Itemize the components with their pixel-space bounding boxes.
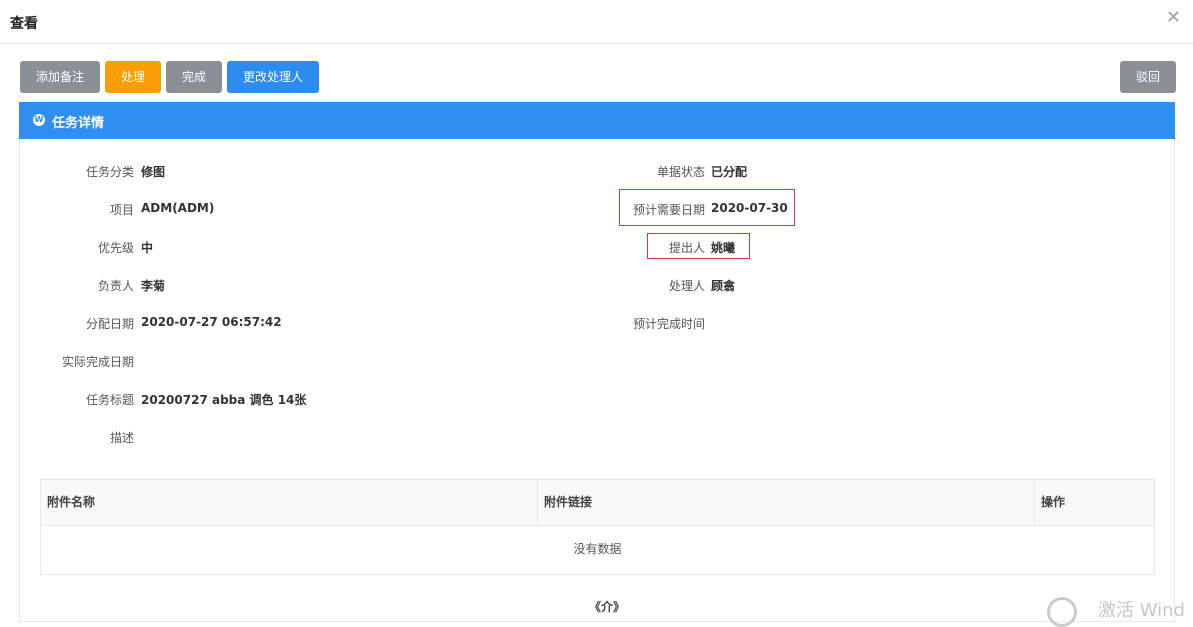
expected-date-value: 2020-07-30 bbox=[711, 201, 788, 215]
proposer-label: 提出人 bbox=[668, 241, 705, 255]
task-title-value: 20200727 abba 调色 14张 bbox=[141, 393, 307, 407]
change-handler-button[interactable]: 更改处理人 bbox=[227, 61, 319, 93]
project-value: ADM(ADM) bbox=[141, 201, 215, 215]
process-button[interactable]: 处理 bbox=[105, 61, 161, 93]
owner-value: 李菊 bbox=[141, 279, 166, 293]
table-header: 附件名称 附件链接 操作 bbox=[41, 480, 1154, 526]
expected-date-label: 预计需要日期 bbox=[632, 203, 705, 217]
handler-label: 处理人 bbox=[668, 279, 705, 293]
table-empty-text: 没有数据 bbox=[573, 542, 622, 556]
complete-button[interactable]: 完成 bbox=[166, 61, 222, 93]
category-label: 任务分类 bbox=[85, 165, 134, 179]
owner-label: 负责人 bbox=[97, 279, 134, 293]
actual-finish-label: 实际完成日期 bbox=[61, 355, 134, 369]
column-attachment-link: 附件链接 bbox=[537, 480, 1035, 525]
footer-glyph: 《介》 bbox=[589, 600, 626, 614]
assign-date-value: 2020-07-27 06:57:42 bbox=[141, 315, 282, 329]
proposer-value: 姚曦 bbox=[711, 241, 736, 255]
watermark-icon bbox=[1047, 597, 1077, 627]
dialog-title: 查看 bbox=[10, 16, 38, 32]
description-label: 描述 bbox=[109, 431, 134, 445]
category-value: 修图 bbox=[141, 165, 166, 179]
wordpress-icon: W bbox=[33, 114, 45, 126]
expected-finish-label: 预计完成时间 bbox=[632, 317, 705, 331]
assign-date-label: 分配日期 bbox=[85, 317, 134, 331]
doc-status-label: 单据状态 bbox=[656, 165, 705, 179]
add-note-button[interactable]: 添加备注 bbox=[20, 61, 100, 93]
column-attachment-name: 附件名称 bbox=[47, 495, 96, 509]
doc-status-value: 已分配 bbox=[711, 165, 748, 179]
dialog-header: 查看 ✕ bbox=[0, 0, 1193, 44]
panel-header: W 任务详情 bbox=[19, 102, 1175, 139]
task-title-label: 任务标题 bbox=[85, 393, 134, 407]
attachments-table: 附件名称 附件链接 操作 没有数据 bbox=[40, 479, 1155, 575]
reject-button[interactable]: 驳回 bbox=[1120, 61, 1176, 93]
project-label: 项目 bbox=[109, 203, 134, 217]
priority-label: 优先级 bbox=[97, 241, 134, 255]
priority-value: 中 bbox=[141, 241, 154, 255]
panel-title: 任务详情 bbox=[52, 116, 105, 131]
activation-watermark: 激活 Wind bbox=[1098, 600, 1185, 621]
close-icon[interactable]: ✕ bbox=[1166, 8, 1181, 28]
handler-value: 顾翕 bbox=[711, 279, 736, 293]
column-actions: 操作 bbox=[1034, 480, 1154, 525]
